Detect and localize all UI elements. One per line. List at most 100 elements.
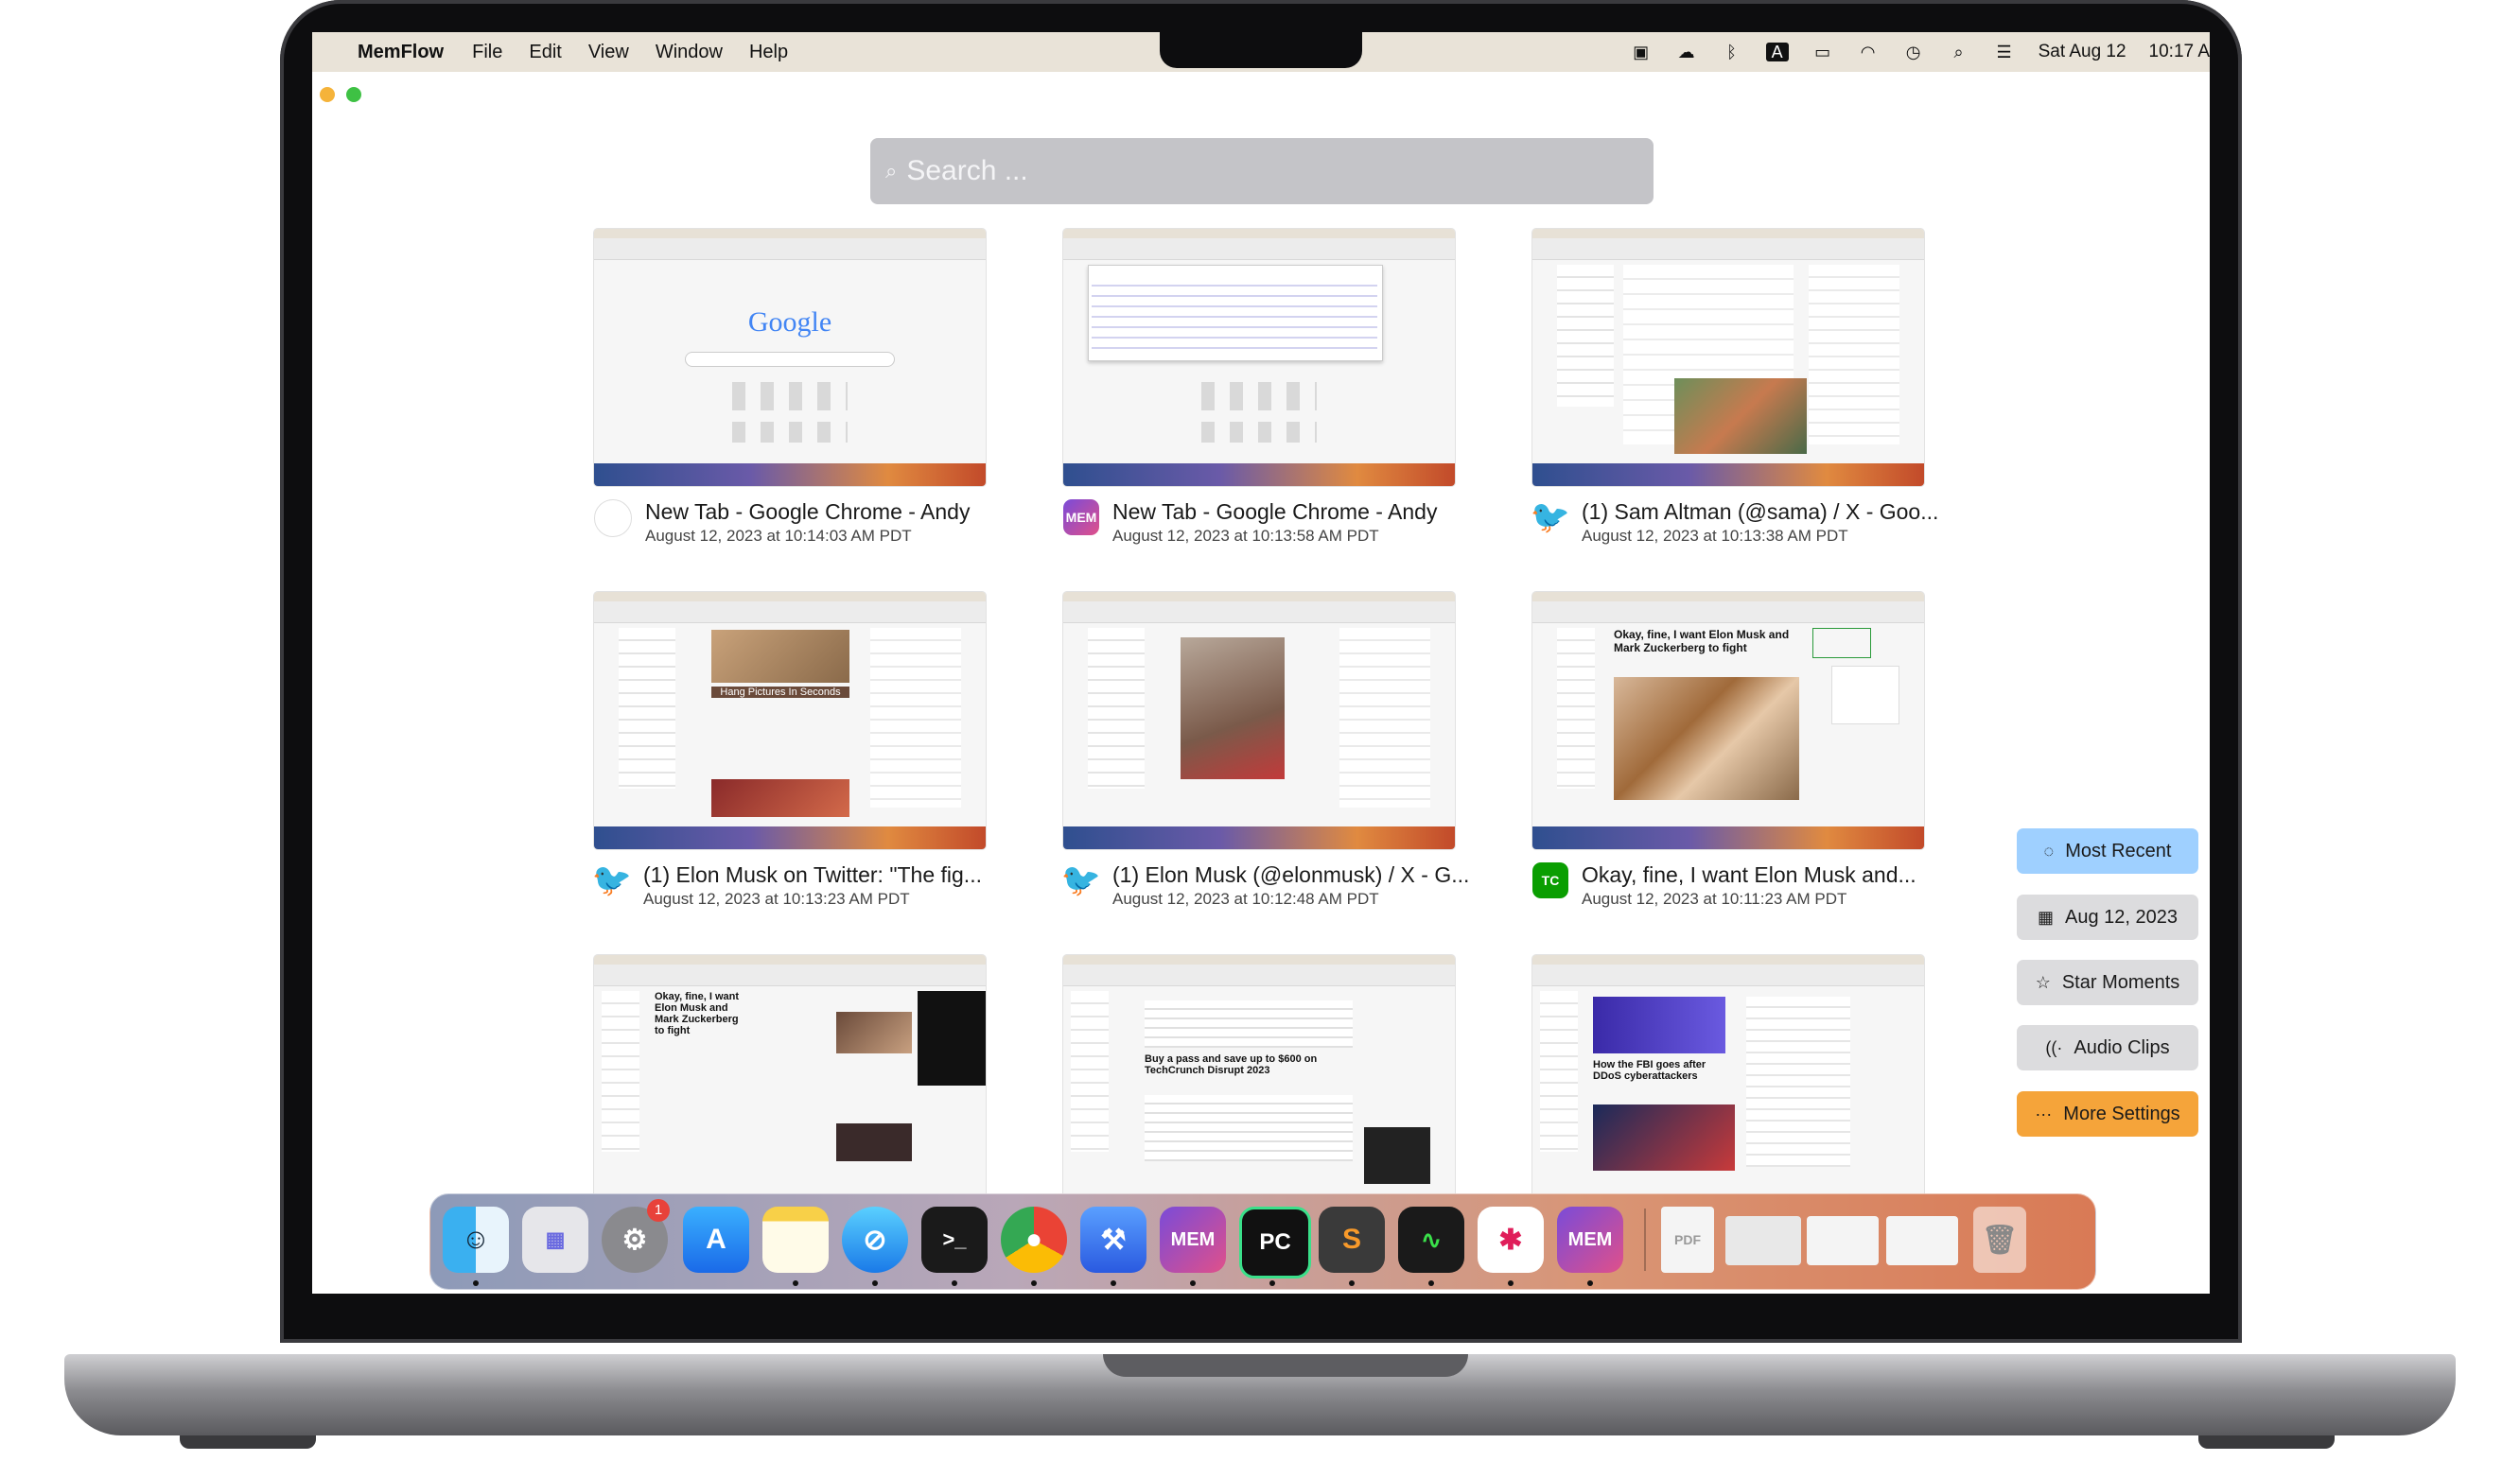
trash-icon[interactable]: 🗑: [1973, 1207, 2026, 1273]
moment-card[interactable]: 🐦 (1) Elon Musk (@elonmusk) / X - G... A…: [1061, 592, 1469, 909]
ellipsis-icon: ···: [2035, 1104, 2053, 1123]
pycharm-icon[interactable]: PC: [1239, 1207, 1311, 1278]
moment-card[interactable]: 🐦 (1) Sam Altman (@sama) / X - Goo... Au…: [1530, 229, 1938, 546]
moment-thumbnail[interactable]: Buy a pass and save up to $600 on TechCr…: [1063, 955, 1455, 1212]
more-settings-label: More Settings: [2063, 1103, 2180, 1124]
memflow-status-icon[interactable]: ▣: [1630, 43, 1653, 61]
moment-title: (1) Elon Musk on Twitter: "The fig...: [643, 862, 982, 887]
more-settings-button[interactable]: ··· More Settings: [2017, 1091, 2198, 1137]
dock-running-dot: [872, 1280, 878, 1286]
star-moments-button[interactable]: ☆ Star Moments: [2017, 960, 2198, 1005]
moment-card[interactable]: Hang Pictures In Seconds 🐦 (1) Elon Musk…: [591, 592, 986, 909]
dock-running-dot: [793, 1280, 798, 1286]
minimized-window-icon[interactable]: [1807, 1216, 1879, 1265]
audio-clips-label: Audio Clips: [2074, 1036, 2170, 1058]
spotlight-search-icon[interactable]: ⌕: [1948, 43, 1970, 61]
audio-clips-button[interactable]: ((· Audio Clips: [2017, 1025, 2198, 1070]
menu-edit[interactable]: Edit: [529, 42, 561, 63]
dock-running-dot: [1428, 1280, 1434, 1286]
menu-date[interactable]: Sat Aug 12: [2039, 42, 2126, 62]
twitter-icon: 🐦: [1530, 499, 1571, 535]
thumbnail-text: Hang Pictures In Seconds: [711, 687, 849, 698]
status-bar: ▣ ☁ ᛒ A ▭ ◠ ◷ ⌕ ☰ Sat Aug 12 10:17 A: [1630, 32, 2210, 72]
moment-title: New Tab - Google Chrome - Andy: [645, 499, 971, 524]
bluetooth-icon[interactable]: ᛒ: [1721, 43, 1743, 61]
battery-icon[interactable]: ▭: [1811, 43, 1834, 61]
moment-card[interactable]: MEM New Tab - Google Chrome - Andy Augus…: [1063, 229, 1455, 546]
moment-card[interactable]: How the FBI goes after DDoS cyberattacke…: [1532, 955, 1924, 1212]
moment-date: August 12, 2023 at 10:12:48 AM PDT: [1112, 890, 1379, 908]
moment-date: August 12, 2023 at 10:13:58 AM PDT: [1112, 527, 1379, 545]
dock-running-dot: [473, 1280, 479, 1286]
moment-card[interactable]: Buy a pass and save up to $600 on TechCr…: [1063, 955, 1455, 1212]
moment-thumbnail[interactable]: [1063, 592, 1455, 849]
safari-icon[interactable]: ⊘: [842, 1207, 908, 1273]
activity-monitor-icon[interactable]: ∿: [1398, 1207, 1464, 1273]
wifi-icon[interactable]: ◠: [1857, 43, 1880, 61]
mem-app-icon[interactable]: MEM: [1557, 1207, 1623, 1273]
finder-icon[interactable]: ☺: [443, 1207, 509, 1273]
launchpad-icon[interactable]: ▦: [522, 1207, 588, 1273]
minimized-window-icon[interactable]: [1725, 1216, 1801, 1265]
moment-thumbnail[interactable]: [1063, 229, 1455, 486]
minimized-window-icon[interactable]: [1886, 1216, 1958, 1265]
most-recent-button[interactable]: ◌ Most Recent: [2017, 828, 2198, 874]
moment-date: August 12, 2023 at 10:14:03 AM PDT: [645, 527, 912, 545]
moment-thumbnail[interactable]: Hang Pictures In Seconds: [594, 592, 986, 849]
menu-help[interactable]: Help: [749, 42, 788, 63]
app-store-icon[interactable]: A: [683, 1207, 749, 1273]
dock-running-dot: [1190, 1280, 1196, 1286]
sublime-text-icon[interactable]: S: [1319, 1207, 1385, 1273]
time-machine-icon[interactable]: ◷: [1902, 43, 1925, 61]
menu-view[interactable]: View: [588, 42, 629, 63]
terminal-icon[interactable]: >_: [921, 1207, 988, 1273]
minimize-window-icon[interactable]: [320, 87, 335, 102]
slack-icon[interactable]: ✱: [1478, 1207, 1544, 1273]
moment-thumbnail[interactable]: Okay, fine, I want Elon Musk and Mark Zu…: [1532, 592, 1924, 849]
moment-thumbnail[interactable]: Google: [594, 229, 986, 486]
most-recent-label: Most Recent: [2065, 840, 2172, 861]
moment-card[interactable]: Okay, fine, I want Elon Musk and Mark Zu…: [594, 955, 986, 1212]
mem-icon: MEM: [1063, 499, 1099, 535]
menu-file[interactable]: File: [472, 42, 502, 63]
control-center-icon[interactable]: ☰: [1993, 43, 2016, 61]
menu-window[interactable]: Window: [656, 42, 723, 63]
circle-icon: ◌: [2043, 841, 2055, 861]
date-filter-button[interactable]: ▦ Aug 12, 2023: [2017, 895, 2198, 940]
input-source-icon[interactable]: A: [1765, 43, 1789, 61]
screen: MemFlow File Edit View Window Help ▣ ☁ ᛒ…: [312, 32, 2210, 1294]
star-icon: ☆: [2035, 972, 2051, 992]
cloud-status-icon[interactable]: ☁: [1675, 43, 1698, 61]
dock-running-dot: [1031, 1280, 1037, 1286]
search-input[interactable]: ⌕ Search ...: [870, 138, 1654, 204]
app-menu[interactable]: MemFlow: [358, 42, 444, 63]
moment-card[interactable]: Google New Tab - Google Chrome - Andy Au…: [594, 229, 986, 546]
xcode-icon[interactable]: ⚒: [1080, 1207, 1146, 1273]
search-icon: ⌕: [885, 159, 898, 183]
pdf-document-icon[interactable]: PDF: [1661, 1207, 1714, 1273]
chrome-icon[interactable]: ●: [1001, 1207, 1067, 1273]
thumbnail-text: How the FBI goes after DDoS cyberattacke…: [1593, 1059, 1706, 1082]
thumbnail-text: Okay, fine, I want Elon Musk and Mark Zu…: [655, 991, 740, 1036]
menu-time[interactable]: 10:17 A: [2149, 42, 2210, 62]
notes-icon[interactable]: [762, 1207, 829, 1273]
zoom-window-icon[interactable]: [346, 87, 361, 102]
star-moments-label: Star Moments: [2061, 971, 2180, 993]
notification-badge: 1: [647, 1199, 670, 1222]
moment-thumbnail[interactable]: How the FBI goes after DDoS cyberattacke…: [1532, 955, 1924, 1212]
moment-title: New Tab - Google Chrome - Andy: [1112, 499, 1438, 524]
laptop-foot-left: [180, 1435, 316, 1449]
dock-running-dot: [1269, 1280, 1275, 1286]
thumbnail-text: Okay, fine, I want Elon Musk and Mark Zu…: [1614, 628, 1790, 654]
moment-card[interactable]: Okay, fine, I want Elon Musk and Mark Zu…: [1532, 592, 1924, 909]
moment-title: (1) Elon Musk (@elonmusk) / X - G...: [1112, 862, 1470, 887]
twitter-icon: 🐦: [591, 862, 633, 898]
date-filter-label: Aug 12, 2023: [2065, 906, 2178, 928]
moment-thumbnail[interactable]: Okay, fine, I want Elon Musk and Mark Zu…: [594, 955, 986, 1212]
audio-icon: ((·: [2045, 1037, 2063, 1057]
moment-date: August 12, 2023 at 10:13:38 AM PDT: [1582, 527, 1848, 545]
calendar-icon: ▦: [2037, 907, 2054, 927]
mem-app-icon[interactable]: MEM: [1160, 1207, 1226, 1273]
moment-thumbnail[interactable]: [1532, 229, 1924, 486]
dock-divider: [1644, 1209, 1646, 1271]
